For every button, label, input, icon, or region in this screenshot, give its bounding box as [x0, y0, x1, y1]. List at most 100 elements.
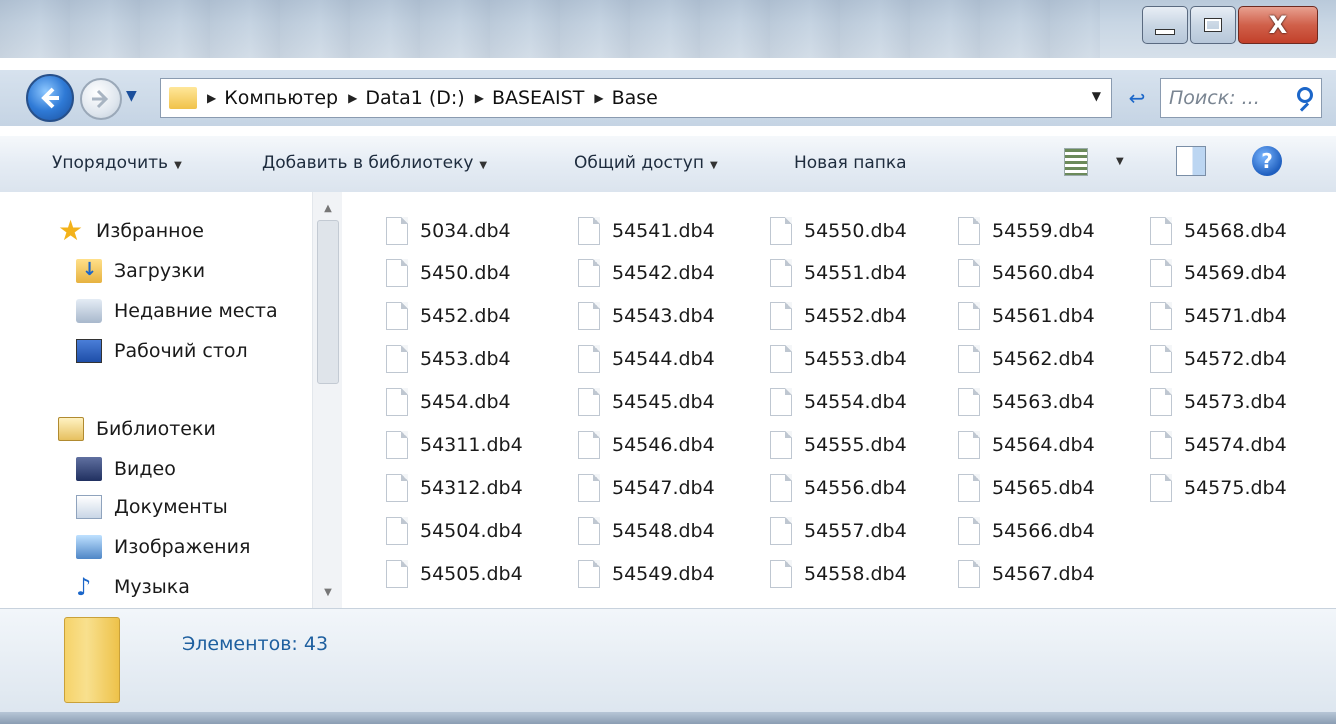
scroll-up-icon[interactable]: ▲ [313, 196, 343, 220]
history-dropdown-icon[interactable]: ▼ [126, 88, 144, 106]
add-to-library-menu[interactable]: Добавить в библиотеку ▼ [262, 153, 487, 173]
new-folder-button[interactable]: Новая папка [794, 153, 907, 173]
scroll-down-icon[interactable]: ▼ [313, 580, 343, 604]
sidebar-item-label: Недавние места [114, 300, 278, 322]
sidebar-item-desktop[interactable]: Рабочий стол [76, 334, 248, 368]
file-item[interactable]: 54543.db4 [578, 299, 715, 333]
file-item[interactable]: 54553.db4 [770, 342, 907, 376]
navigation-pane-scrollbar[interactable]: ▲ ▼ [312, 192, 343, 608]
breadcrumb-data1[interactable]: Data1 (D:) [365, 87, 464, 109]
maximize-button[interactable] [1190, 6, 1236, 44]
file-icon [770, 517, 792, 545]
breadcrumb-arrow-icon[interactable]: ▶ [207, 91, 216, 105]
file-item[interactable]: 54565.db4 [958, 471, 1095, 505]
file-item[interactable]: 54548.db4 [578, 514, 715, 548]
file-item[interactable]: 54560.db4 [958, 256, 1095, 290]
file-item[interactable]: 5454.db4 [386, 385, 511, 419]
file-item[interactable]: 54505.db4 [386, 557, 523, 591]
search-icon[interactable] [1297, 87, 1313, 103]
file-icon [386, 217, 408, 245]
sidebar-item-images[interactable]: Изображения [76, 530, 250, 564]
breadcrumb-arrow-icon[interactable]: ▶ [594, 91, 603, 105]
file-item[interactable]: 54559.db4 [958, 214, 1095, 248]
sidebar-item-video[interactable]: Видео [76, 452, 176, 486]
close-button[interactable]: X [1238, 6, 1318, 44]
file-icon [770, 474, 792, 502]
refresh-button[interactable]: ↩ [1120, 80, 1154, 116]
file-item[interactable]: 54573.db4 [1150, 385, 1287, 419]
file-item[interactable]: 54555.db4 [770, 428, 907, 462]
breadcrumb-base[interactable]: Base [612, 87, 658, 109]
file-item[interactable]: 5453.db4 [386, 342, 511, 376]
help-icon[interactable]: ? [1252, 146, 1282, 176]
file-item[interactable]: 54551.db4 [770, 256, 907, 290]
sidebar-item-favorites[interactable]: ★ Избранное [58, 214, 204, 248]
sidebar-item-label: Загрузки [114, 260, 206, 282]
back-button[interactable] [26, 74, 74, 122]
file-item[interactable]: 54311.db4 [386, 428, 523, 462]
file-item[interactable]: 54563.db4 [958, 385, 1095, 419]
sidebar-item-recent[interactable]: Недавние места [76, 294, 278, 328]
folder-icon [169, 87, 197, 109]
file-icon [578, 345, 600, 373]
file-item[interactable]: 54564.db4 [958, 428, 1095, 462]
file-item[interactable]: 54556.db4 [770, 471, 907, 505]
breadcrumb-computer[interactable]: Компьютер [224, 87, 338, 109]
file-item[interactable]: 54547.db4 [578, 471, 715, 505]
breadcrumb-baseaist[interactable]: BASEAIST [492, 87, 584, 109]
file-item[interactable]: 54550.db4 [770, 214, 907, 248]
star-icon: ★ [58, 214, 84, 247]
file-item[interactable]: 54566.db4 [958, 514, 1095, 548]
organize-label: Упорядочить [52, 153, 169, 173]
file-item[interactable]: 5450.db4 [386, 256, 511, 290]
file-item[interactable]: 54542.db4 [578, 256, 715, 290]
organize-menu[interactable]: Упорядочить ▼ [52, 153, 182, 173]
sidebar-item-documents[interactable]: Документы [76, 490, 228, 524]
sidebar-item-libraries[interactable]: Библиотеки [58, 412, 216, 446]
file-item[interactable]: 54569.db4 [1150, 256, 1287, 290]
file-item[interactable]: 54575.db4 [1150, 471, 1287, 505]
file-item[interactable]: 54561.db4 [958, 299, 1095, 333]
file-icon [1150, 302, 1172, 330]
file-item[interactable]: 54557.db4 [770, 514, 907, 548]
file-item[interactable]: 54545.db4 [578, 385, 715, 419]
file-item[interactable]: 54504.db4 [386, 514, 523, 548]
file-item[interactable]: 54572.db4 [1150, 342, 1287, 376]
file-item[interactable]: 54567.db4 [958, 557, 1095, 591]
view-dropdown-icon[interactable]: ▼ [1116, 156, 1124, 167]
file-item[interactable]: 54549.db4 [578, 557, 715, 591]
minimize-button[interactable] [1142, 6, 1188, 44]
file-icon [1150, 345, 1172, 373]
address-bar[interactable]: ▶ Компьютер ▶ Data1 (D:) ▶ BASEAIST ▶ Ba… [160, 78, 1112, 118]
file-item[interactable]: 54562.db4 [958, 342, 1095, 376]
preview-pane-icon[interactable] [1176, 146, 1206, 176]
file-name: 54554.db4 [804, 391, 907, 413]
file-name: 54552.db4 [804, 305, 907, 327]
file-item[interactable]: 54552.db4 [770, 299, 907, 333]
file-name: 54560.db4 [992, 262, 1095, 284]
file-item[interactable]: 5034.db4 [386, 214, 511, 248]
view-options-icon[interactable] [1064, 148, 1088, 176]
breadcrumb-arrow-icon[interactable]: ▶ [475, 91, 484, 105]
file-item[interactable]: 54546.db4 [578, 428, 715, 462]
sidebar-item-downloads[interactable]: Загрузки [76, 254, 205, 288]
forward-button[interactable] [80, 78, 122, 120]
file-item[interactable]: 5452.db4 [386, 299, 511, 333]
scrollbar-thumb[interactable] [317, 220, 339, 384]
breadcrumb-arrow-icon[interactable]: ▶ [348, 91, 357, 105]
search-input[interactable]: Поиск: ... [1160, 78, 1322, 118]
file-item[interactable]: 54544.db4 [578, 342, 715, 376]
file-item[interactable]: 54312.db4 [386, 471, 523, 505]
file-item[interactable]: 54558.db4 [770, 557, 907, 591]
file-item[interactable]: 54568.db4 [1150, 214, 1287, 248]
file-item[interactable]: 54541.db4 [578, 214, 715, 248]
file-item[interactable]: 54571.db4 [1150, 299, 1287, 333]
file-item[interactable]: 54574.db4 [1150, 428, 1287, 462]
address-dropdown-icon[interactable]: ▼ [1092, 89, 1101, 103]
share-menu[interactable]: Общий доступ ▼ [574, 153, 718, 173]
chevron-down-icon: ▼ [174, 160, 182, 171]
explorer-window: X ▼ ▶ Компьютер ▶ Data1 (D:) ▶ BASEAIST … [0, 0, 1336, 724]
file-item[interactable]: 54554.db4 [770, 385, 907, 419]
file-icon [578, 217, 600, 245]
sidebar-item-music[interactable]: ♪ Музыка [76, 570, 190, 604]
